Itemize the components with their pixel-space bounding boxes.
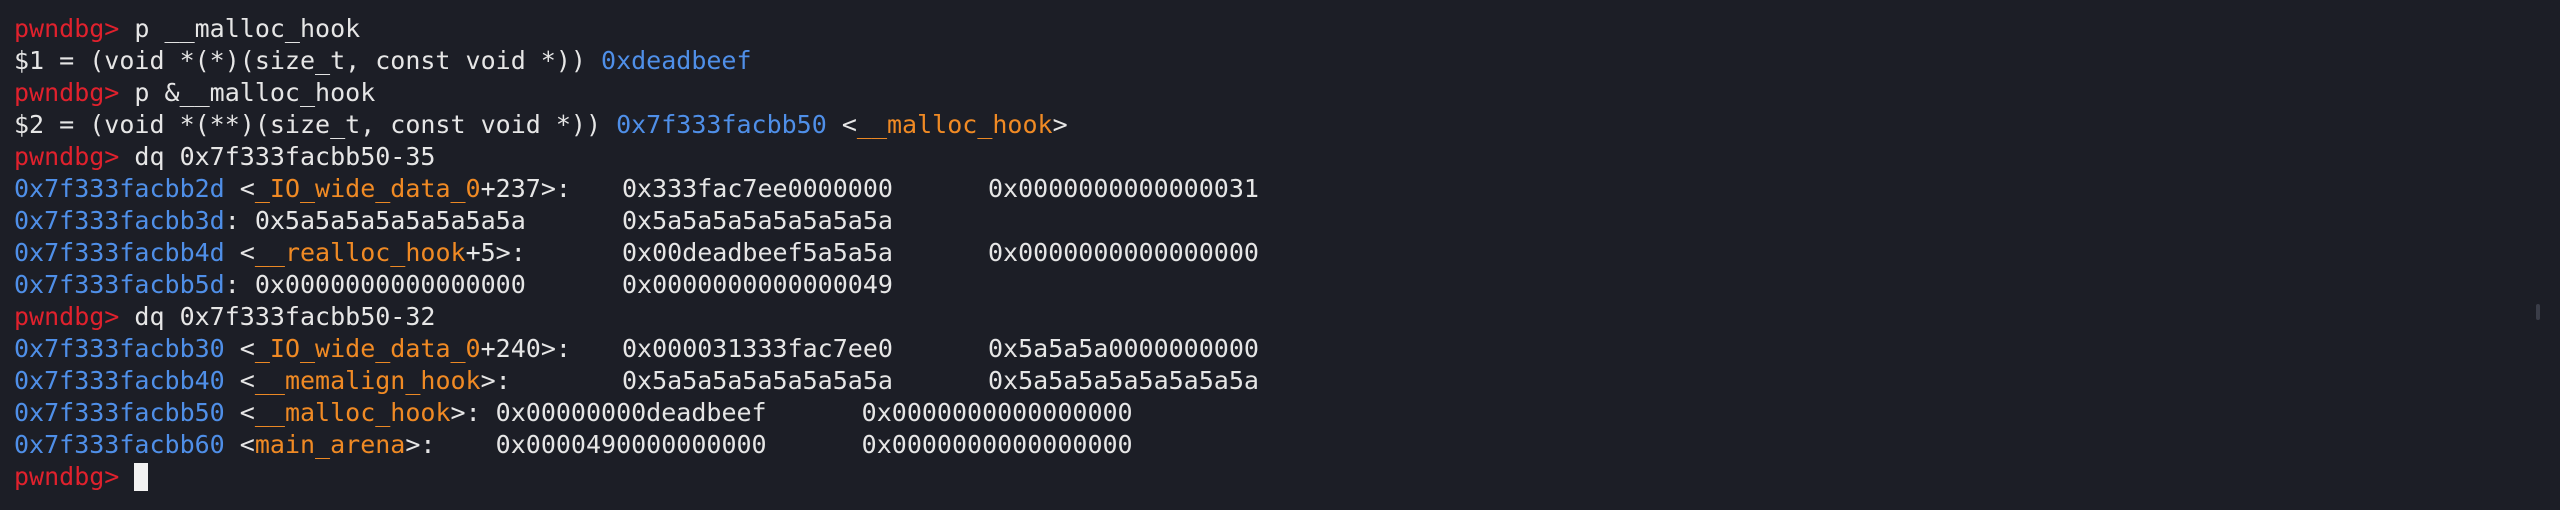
row-value-1: 0x0000490000000000 <box>495 430 767 459</box>
memory-row: 0x7f333facbb3d: 0x5a5a5a5a5a5a5a5a 0x5a5a… <box>14 205 2560 237</box>
command-line: pwndbg> dq 0x7f333facbb50-35 <box>14 141 2560 173</box>
row-symbol: _IO_wide_data_0 <box>254 334 481 363</box>
command-text: dq 0x7f333facbb50-32 <box>134 302 436 331</box>
row-value-1: 0x00deadbeef5a5a5a <box>622 238 893 267</box>
row-value-1: 0x00000000deadbeef <box>495 398 767 427</box>
row-value-2: 0x5a5a5a5a5a5a5a5a <box>988 366 1259 395</box>
command-line: pwndbg> p __malloc_hook <box>14 13 2560 45</box>
row-address: 0x7f333facbb4d <box>14 238 225 267</box>
row-address: 0x7f333facbb40 <box>14 366 225 395</box>
row-value-2: 0x0000000000000000 <box>861 430 1133 459</box>
command-text: p &__malloc_hook <box>134 78 376 107</box>
memory-row: 0x7f333facbb40 <__memalign_hook>: 0x5a5a5… <box>14 366 1259 395</box>
row-value-2: 0x0000000000000049 <box>622 270 893 299</box>
prompt: pwndbg> <box>14 14 120 43</box>
row-symbol: main_arena <box>254 430 406 459</box>
result-type: $2 = (void *(**)(size_t, const void *)) <box>14 110 601 139</box>
row-value-2: 0x0000000000000000 <box>988 238 1259 267</box>
row-symbol: __memalign_hook <box>254 366 481 395</box>
result-type: $1 = (void *(*)(size_t, const void *)) <box>14 46 586 75</box>
row-address: 0x7f333facbb50 <box>14 398 225 427</box>
row-value-2: 0x0000000000000000 <box>861 398 1133 427</box>
row-value-1: 0x5a5a5a5a5a5a5a5a <box>622 366 893 395</box>
memory-row: 0x7f333facbb60 <main_arena>: 0x000049000… <box>14 430 1133 459</box>
command-text: dq 0x7f333facbb50-35 <box>134 142 436 171</box>
memory-row: 0x7f333facbb50 <__malloc_hook>: 0x000000… <box>14 398 1133 427</box>
memory-row: 0x7f333facbb4d <__realloc_hook+5>: 0x00de… <box>14 238 1259 267</box>
row-address: 0x7f333facbb5d <box>14 270 225 299</box>
prompt: pwndbg> <box>14 462 120 491</box>
row-value-1: 0x000031333fac7ee0 <box>622 334 893 363</box>
row-offset: +240 <box>480 334 541 363</box>
row-symbol: _IO_wide_data_0 <box>254 174 481 203</box>
row-value-2: 0x5a5a5a5a5a5a5a5a <box>622 206 893 235</box>
text-cursor[interactable] <box>134 463 149 491</box>
memory-row: 0x7f333facbb5d: 0x0000000000000000 0x0000… <box>14 269 2560 301</box>
output-line: $2 = (void *(**)(size_t, const void *)) … <box>14 110 1068 139</box>
result-address: 0xdeadbeef <box>601 46 752 75</box>
row-value-2: 0x0000000000000031 <box>988 174 1259 203</box>
prompt: pwndbg> <box>14 302 120 331</box>
row-offset: +5 <box>465 238 496 267</box>
scrollbar-thumb[interactable] <box>2536 304 2540 320</box>
prompt: pwndbg> <box>14 78 120 107</box>
row-symbol: __realloc_hook <box>254 238 466 267</box>
row-address: 0x7f333facbb60 <box>14 430 225 459</box>
row-value-1: 0x5a5a5a5a5a5a5a5a <box>254 206 526 235</box>
row-value-1: 0x333fac7ee0000000 <box>622 174 893 203</box>
command-line: pwndbg> p &__malloc_hook <box>14 77 2560 109</box>
prompt: pwndbg> <box>14 142 120 171</box>
terminal-window[interactable]: pwndbg> p __malloc_hook $1 = (void *(*)(… <box>0 0 2560 510</box>
row-address: 0x7f333facbb2d <box>14 174 225 203</box>
result-address: 0x7f333facbb50 <box>616 110 827 139</box>
row-address: 0x7f333facbb3d <box>14 206 225 235</box>
command-text: p __malloc_hook <box>134 14 361 43</box>
row-offset: +237 <box>480 174 541 203</box>
memory-row: 0x7f333facbb30 <_IO_wide_data_0+240>: 0x0… <box>14 334 1259 363</box>
row-symbol: __malloc_hook <box>254 398 451 427</box>
input-line[interactable]: pwndbg> <box>14 461 2560 493</box>
command-line: pwndbg> dq 0x7f333facbb50-32 <box>14 301 2560 333</box>
row-value-1: 0x0000000000000000 <box>254 270 526 299</box>
row-value-2: 0x5a5a5a0000000000 <box>988 334 1259 363</box>
memory-row: 0x7f333facbb2d <_IO_wide_data_0+237>: 0x3… <box>14 174 1259 203</box>
result-symbol: __malloc_hook <box>856 110 1053 139</box>
output-line: $1 = (void *(*)(size_t, const void *)) 0… <box>14 45 2560 77</box>
row-address: 0x7f333facbb30 <box>14 334 225 363</box>
